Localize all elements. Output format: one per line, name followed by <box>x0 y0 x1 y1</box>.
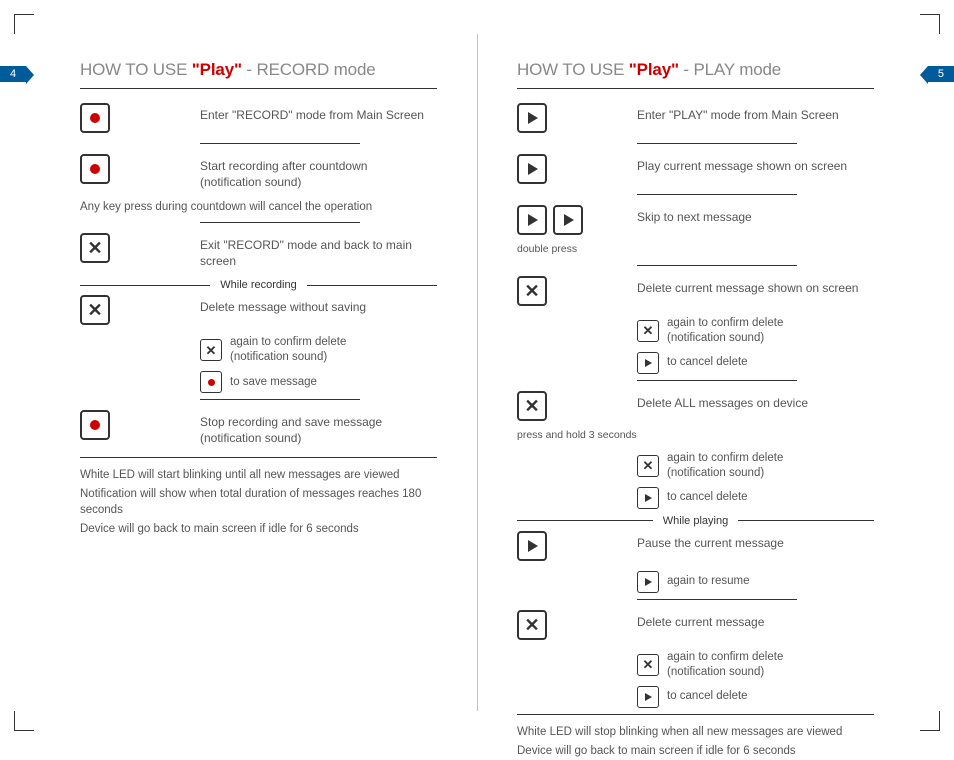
page-number-tab: 5 <box>928 66 954 82</box>
close-icon: ✕ <box>637 320 659 342</box>
footer-note: White LED will start blinking until all … <box>80 468 437 484</box>
step-desc: Delete current message shown on screen <box>637 276 874 296</box>
divider <box>200 399 360 400</box>
divider <box>517 714 874 715</box>
page-left: 4 HOW TO USE "Play" - RECORD mode Enter … <box>0 0 477 745</box>
close-icon: ✕ <box>517 276 547 306</box>
button-hint: press and hold 3 seconds <box>517 429 637 441</box>
play-icon <box>637 487 659 509</box>
title-product: "Play" <box>629 60 679 79</box>
title-pre: HOW TO USE <box>517 60 629 79</box>
play-icon <box>517 103 547 133</box>
divider <box>637 143 797 144</box>
play-icon <box>553 205 583 235</box>
step-row: ✕ press and hold 3 seconds Delete ALL mes… <box>517 391 874 441</box>
step-row: Enter "RECORD" mode from Main Screen <box>80 103 437 133</box>
close-icon: ✕ <box>517 391 547 421</box>
record-icon <box>80 410 110 440</box>
sub-step: ✕again to confirm delete(notification so… <box>637 316 874 346</box>
divider <box>637 194 797 195</box>
sub-step: again to resume <box>637 571 874 593</box>
step-row: Stop recording and save message(notifica… <box>80 410 437 446</box>
footer-note: Device will go back to main screen if id… <box>80 522 437 538</box>
play-icon <box>517 154 547 184</box>
step-row: ✕ Delete current message shown on screen <box>517 276 874 306</box>
close-icon: ✕ <box>200 339 222 361</box>
step-row: Play current message shown on screen <box>517 154 874 184</box>
play-icon <box>637 686 659 708</box>
page-right: 5 HOW TO USE "Play" - PLAY mode Enter "P… <box>477 0 954 745</box>
section-separator: While recording <box>80 279 437 291</box>
step-row: Pause the current message <box>517 531 874 561</box>
step-desc: Skip to next message <box>637 205 874 225</box>
step-desc: Enter "PLAY" mode from Main Screen <box>637 103 874 123</box>
title-post: - PLAY mode <box>679 60 781 79</box>
divider <box>637 380 797 381</box>
divider <box>200 222 360 223</box>
close-icon: ✕ <box>80 233 110 263</box>
step-desc: Exit "RECORD" mode and back to mainscree… <box>200 233 437 269</box>
sub-step: to cancel delete <box>637 487 874 509</box>
sub-step: to save message <box>200 371 437 393</box>
record-icon <box>80 154 110 184</box>
play-icon <box>517 205 547 235</box>
close-icon: ✕ <box>80 295 110 325</box>
footer-note: White LED will stop blinking when all ne… <box>517 725 874 741</box>
title-post: - RECORD mode <box>242 60 376 79</box>
title-product: "Play" <box>192 60 242 79</box>
record-icon <box>200 371 222 393</box>
close-icon: ✕ <box>637 654 659 676</box>
divider <box>200 143 360 144</box>
sub-step: ✕again to confirm delete(notification so… <box>637 451 874 481</box>
step-row: ✕ Exit "RECORD" mode and back to mainscr… <box>80 233 437 269</box>
sub-step: to cancel delete <box>637 686 874 708</box>
divider <box>80 457 437 458</box>
play-icon <box>637 352 659 374</box>
play-icon <box>517 531 547 561</box>
step-row: double press Skip to next message <box>517 205 874 255</box>
close-icon: ✕ <box>517 610 547 640</box>
sub-step: ✕ again to confirm delete(notification s… <box>200 335 437 365</box>
page-number-tab: 4 <box>0 66 26 82</box>
step-desc: Enter "RECORD" mode from Main Screen <box>200 103 437 123</box>
step-desc: Stop recording and save message(notifica… <box>200 410 437 446</box>
close-icon: ✕ <box>637 455 659 477</box>
footer-note: Device will go back to main screen if id… <box>517 744 874 760</box>
footer-note: Notification will show when total durati… <box>80 487 437 518</box>
step-row: Enter "PLAY" mode from Main Screen <box>517 103 874 133</box>
step-desc: Delete ALL messages on device <box>637 391 874 411</box>
button-hint: double press <box>517 243 577 255</box>
title-pre: HOW TO USE <box>80 60 192 79</box>
sub-step: ✕again to confirm delete(notification so… <box>637 650 874 680</box>
step-desc: Start recording after countdown(notifica… <box>200 154 437 190</box>
sub-step: to cancel delete <box>637 352 874 374</box>
record-icon <box>80 103 110 133</box>
page-title: HOW TO USE "Play" - RECORD mode <box>80 60 437 89</box>
step-desc: Delete current message <box>637 610 874 630</box>
page-title: HOW TO USE "Play" - PLAY mode <box>517 60 874 89</box>
play-icon <box>637 571 659 593</box>
step-row: Start recording after countdown(notifica… <box>80 154 437 190</box>
note-text: Any key press during countdown will canc… <box>80 200 437 216</box>
divider <box>637 599 797 600</box>
divider <box>637 265 797 266</box>
step-row: ✕ Delete message without saving <box>80 295 437 325</box>
section-separator: While playing <box>517 515 874 527</box>
step-row: ✕ Delete current message <box>517 610 874 640</box>
step-desc: Pause the current message <box>637 531 874 551</box>
step-desc: Delete message without saving <box>200 295 437 315</box>
step-desc: Play current message shown on screen <box>637 154 874 174</box>
